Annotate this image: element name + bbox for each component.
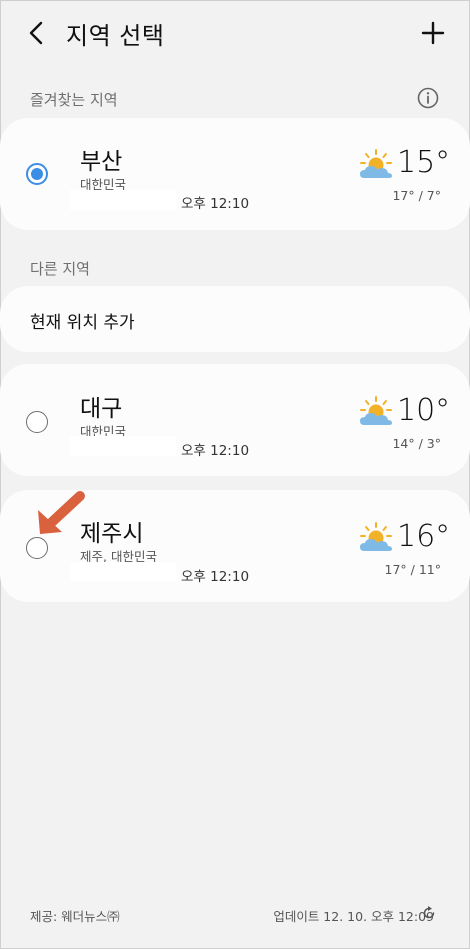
add-current-location-button[interactable]: 현재 위치 추가 [30, 308, 135, 333]
local-time: 오후 12:10 [181, 196, 250, 212]
annotation-arrow-icon [38, 491, 85, 534]
location-card-daegu[interactable]: 대구 대한민국 오후 12:10 10° 14° / 3° [0, 364, 470, 476]
page-title: 지역 선택 [66, 22, 165, 50]
current-temperature: 15° [397, 145, 451, 180]
other-section-label: 다른 지역 [30, 260, 90, 278]
current-temperature: 10° [397, 393, 451, 428]
partly-cloudy-icon [360, 396, 392, 425]
current-temperature: 16° [397, 519, 451, 554]
local-time: 오후 12:10 [181, 569, 250, 585]
temperature-range: 17° / 7° [392, 188, 441, 203]
temperature-range: 14° / 3° [392, 436, 441, 451]
city-name: 제주시 [80, 521, 144, 547]
plus-icon[interactable] [420, 18, 446, 48]
redacted-area [70, 562, 176, 582]
add-current-location-card[interactable]: 현재 위치 추가 [0, 286, 470, 352]
temperature-range: 17° / 11° [384, 562, 441, 577]
last-updated-text: 업데이트 12. 10. 오후 12:09 [273, 909, 434, 924]
radio-button[interactable] [26, 537, 48, 559]
radio-button-selected[interactable] [26, 163, 48, 185]
location-card-busan[interactable]: 부산 대한민국 오후 12:10 15° 17° / 7° [0, 118, 470, 230]
refresh-icon[interactable] [422, 906, 436, 920]
app-header: 지역 선택 [0, 0, 470, 66]
partly-cloudy-icon [360, 149, 392, 178]
favorites-section-label: 즐겨찾는 지역 [30, 91, 118, 109]
info-icon[interactable] [416, 86, 440, 110]
city-name: 부산 [80, 149, 123, 175]
redacted-area [70, 436, 176, 456]
back-arrow-icon[interactable] [24, 18, 52, 48]
local-time: 오후 12:10 [181, 443, 250, 459]
city-name: 대구 [80, 396, 123, 422]
redacted-area [70, 190, 176, 210]
data-provider-text: 제공: 웨더뉴스㈜ [30, 909, 120, 924]
radio-button[interactable] [26, 411, 48, 433]
partly-cloudy-icon [360, 522, 392, 551]
